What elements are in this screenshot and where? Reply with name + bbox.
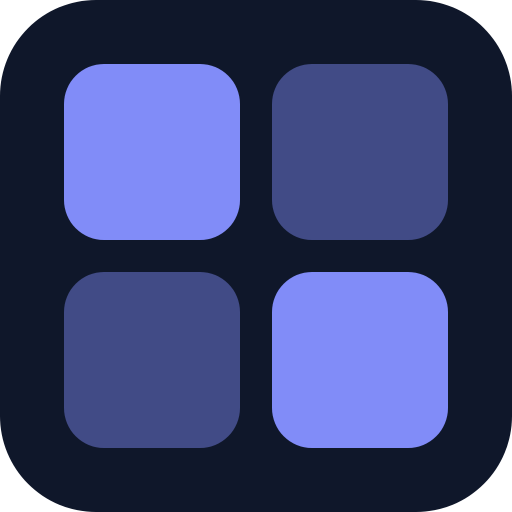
tile-top-right-icon [272,64,448,240]
tile-bottom-left-icon [64,272,240,448]
grid-icon [0,0,512,512]
tile-top-left-icon [64,64,240,240]
tile-bottom-right-icon [272,272,448,448]
